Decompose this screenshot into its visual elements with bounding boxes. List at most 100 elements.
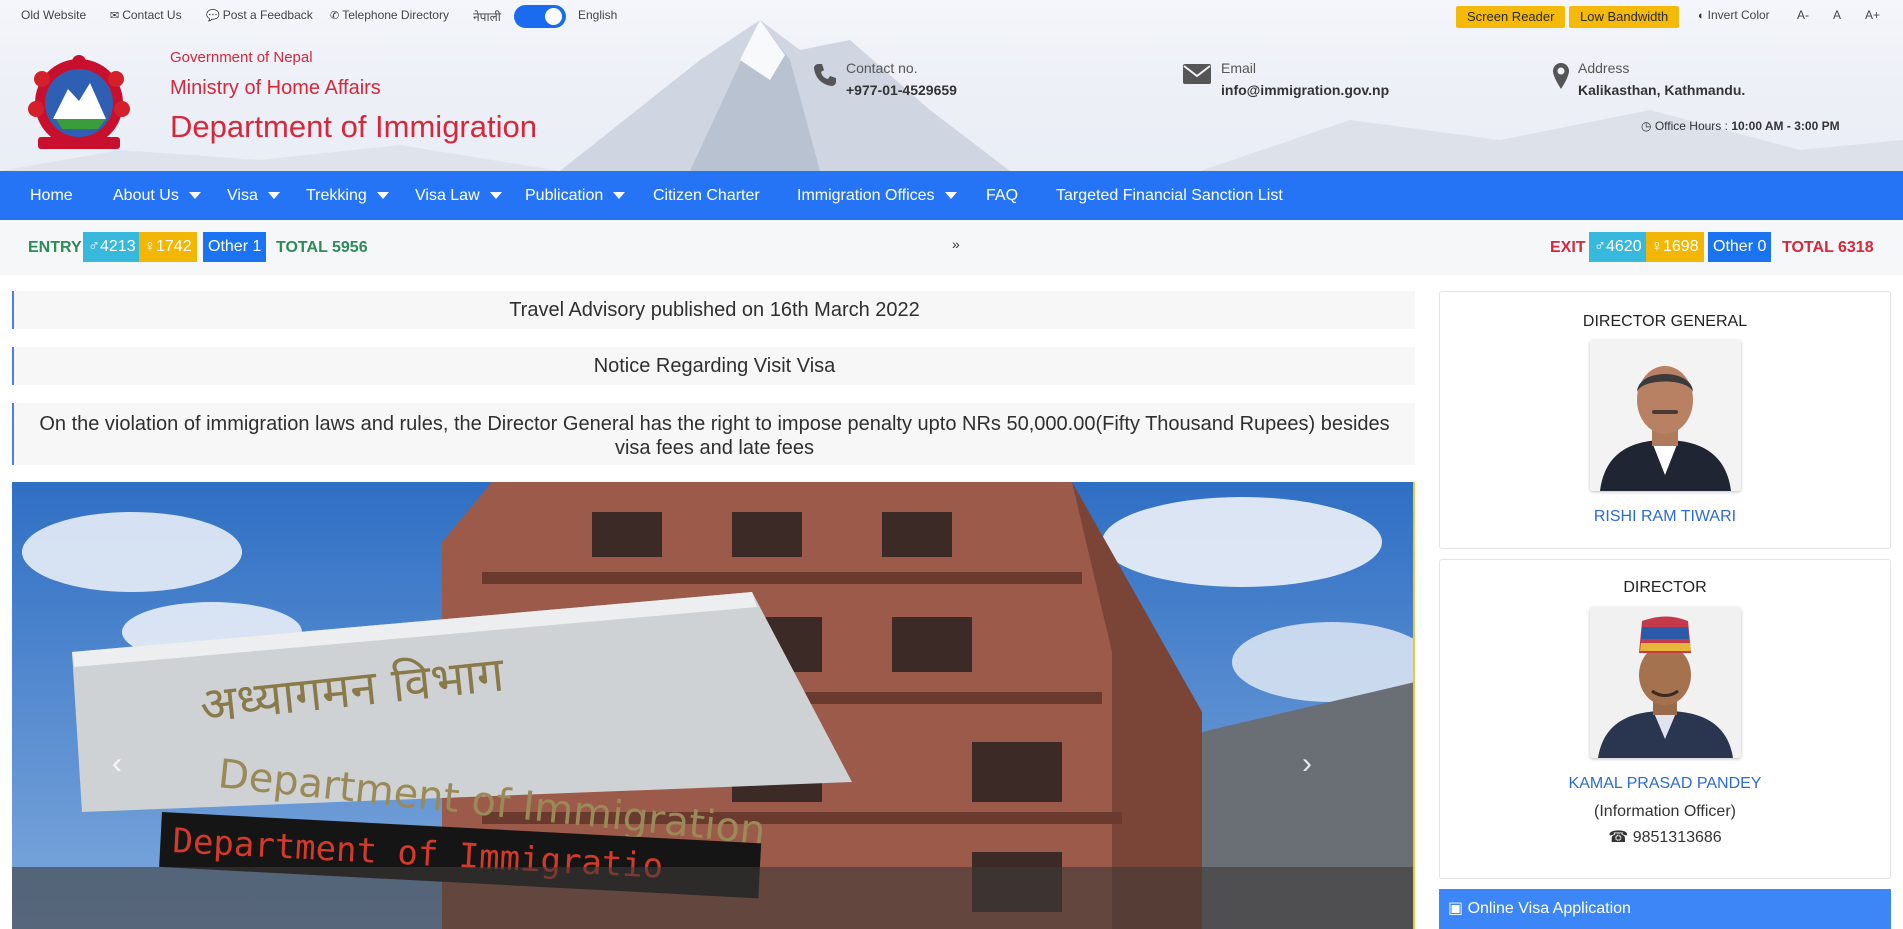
caret-down-icon	[613, 192, 626, 200]
telephone-label: Telephone Directory	[342, 8, 449, 22]
nav-publication-label: Publication	[525, 187, 604, 204]
exit-male-value: 4620	[1606, 238, 1642, 255]
screen-reader-button[interactable]: Screen Reader	[1456, 6, 1566, 28]
phone-square-icon: ☎	[1608, 829, 1629, 846]
caret-down-icon	[489, 192, 502, 200]
envelope-icon: ✉	[110, 10, 120, 22]
main-navigation: Home About Us Visa Trekking Visa Law Pub…	[0, 171, 1903, 220]
feedback-link[interactable]: 💬 Post a Feedback	[206, 8, 313, 22]
ministry-label: Ministry of Home Affairs	[170, 77, 381, 99]
notice-travel-advisory[interactable]: Travel Advisory published on 16th March …	[12, 291, 1415, 329]
director-photo	[1590, 607, 1741, 758]
nav-citizen-charter-label: Citizen Charter	[653, 187, 760, 204]
nav-immigration-offices-label: Immigration Offices	[797, 187, 935, 204]
entry-male-count: ♂4213	[83, 232, 141, 262]
entry-female-count: ♀1742	[139, 232, 197, 262]
contact-us-link[interactable]: ✉ Contact Us	[110, 8, 182, 22]
director-name[interactable]: KAMAL PRASAD PANDEY	[1440, 775, 1890, 793]
nav-about-us[interactable]: About Us	[113, 171, 201, 220]
online-visa-label: Online Visa Application	[1467, 900, 1631, 917]
nav-visa-label: Visa	[227, 187, 258, 204]
contact-email-value[interactable]: info@immigration.gov.np	[1221, 82, 1389, 98]
map-marker-icon	[1553, 63, 1569, 89]
comment-icon: 💬	[206, 10, 220, 22]
director-general-title: DIRECTOR GENERAL	[1582, 313, 1748, 330]
nav-faq[interactable]: FAQ	[986, 171, 1018, 220]
director-phone: ☎ 9851313686	[1440, 827, 1890, 847]
office-hours: ◷ Office Hours : 10:00 AM - 3:00 PM	[1641, 119, 1840, 133]
site-header: Old Website ✉ Contact Us 💬 Post a Feedback…	[0, 0, 1903, 171]
exit-male-count: ♂4620	[1589, 232, 1647, 262]
male-icon: ♂	[88, 238, 100, 255]
director-card: DIRECTOR KAMAL PRASAD PANDEY (Informatio…	[1439, 559, 1891, 879]
nav-faq-label: FAQ	[986, 187, 1019, 204]
envelope-icon	[1183, 64, 1211, 84]
exit-total: TOTAL 6318	[1782, 239, 1874, 256]
nav-home-label: Home	[30, 187, 73, 204]
old-website-link[interactable]: Old Website	[21, 8, 86, 22]
slide-image-immigration-building: अध्यागमन विभाग Department of Immigration…	[12, 482, 1413, 929]
nav-trekking-label: Trekking	[306, 187, 367, 204]
entry-female-value: 1742	[156, 238, 192, 255]
id-card-icon: ▣	[1448, 900, 1464, 917]
phone-icon: ✆	[330, 10, 340, 22]
entry-other-count: Other 1	[203, 232, 267, 262]
nav-immigration-offices[interactable]: Immigration Offices	[797, 171, 957, 220]
clock-icon: ◷	[1641, 119, 1652, 133]
contact-phone-value[interactable]: +977-01-4529659	[846, 82, 957, 98]
low-bandwidth-button[interactable]: Low Bandwidth	[1569, 6, 1680, 28]
nav-visa-law-label: Visa Law	[415, 187, 480, 204]
telephone-directory-link[interactable]: ✆ Telephone Directory	[330, 8, 449, 22]
director-general-photo	[1590, 340, 1741, 491]
nav-sanction-list-label: Targeted Financial Sanction List	[1056, 187, 1283, 204]
image-slider[interactable]: अध्यागमन विभाग Department of Immigration…	[12, 482, 1415, 929]
slider-next-icon[interactable]: ›	[1302, 747, 1312, 781]
lang-nepali-label: नेपाली	[473, 10, 501, 24]
nav-targeted-financial-sanction-list[interactable]: Targeted Financial Sanction List	[1056, 171, 1283, 220]
caret-down-icon	[267, 192, 280, 200]
nav-visa-law[interactable]: Visa Law	[415, 171, 502, 220]
exit-label: EXIT	[1550, 239, 1586, 256]
exit-female-count: ♀1698	[1646, 232, 1704, 262]
utility-bar: Old Website ✉ Contact Us 💬 Post a Feedback…	[0, 0, 1903, 32]
nav-about-us-label: About Us	[113, 187, 179, 204]
font-normal-button[interactable]: A	[1833, 8, 1841, 22]
office-hours-value: 10:00 AM - 3:00 PM	[1731, 119, 1840, 133]
department-title[interactable]: Department of Immigration	[170, 109, 537, 145]
nav-trekking[interactable]: Trekking	[306, 171, 389, 220]
nepal-emblem-logo[interactable]	[18, 49, 140, 152]
contact-us-label: Contact Us	[122, 8, 182, 22]
office-hours-label: Office Hours :	[1654, 119, 1728, 133]
entry-label: ENTRY	[28, 239, 82, 256]
director-role: (Information Officer)	[1594, 803, 1736, 820]
nav-citizen-charter[interactable]: Citizen Charter	[653, 171, 760, 220]
invert-color-label: Invert Color	[1707, 8, 1770, 22]
toggle-knob	[545, 8, 562, 25]
contrast-icon: ◐	[1698, 10, 1705, 22]
language-toggle[interactable]	[514, 5, 566, 28]
notice-visit-visa[interactable]: Notice Regarding Visit Visa	[12, 347, 1415, 385]
contact-phone-label: Contact no.	[846, 60, 918, 76]
entry-male-value: 4213	[100, 238, 136, 255]
notice-penalty[interactable]: On the violation of immigration laws and…	[12, 403, 1415, 465]
slider-prev-icon[interactable]: ‹	[112, 747, 122, 781]
contact-address-value: Kalikasthan, Kathmandu.	[1578, 82, 1746, 98]
online-visa-application-button[interactable]: ▣ Online Visa Application	[1439, 889, 1891, 929]
female-icon: ♀	[1651, 238, 1663, 255]
invert-color-button[interactable]: ◐ Invert Color	[1698, 8, 1770, 22]
male-icon: ♂	[1594, 238, 1606, 255]
contact-address-label: Address	[1578, 60, 1630, 76]
lang-english-label: English	[578, 8, 618, 22]
font-decrease-button[interactable]: A-	[1797, 8, 1809, 22]
director-general-name[interactable]: RISHI RAM TIWARI	[1440, 508, 1890, 526]
double-chevron-down-icon[interactable]: »	[952, 236, 960, 252]
contact-email-label: Email	[1221, 60, 1257, 76]
exit-female-value: 1698	[1663, 238, 1699, 255]
nav-visa[interactable]: Visa	[227, 171, 280, 220]
nav-publication[interactable]: Publication	[525, 171, 626, 220]
nav-home[interactable]: Home	[30, 171, 73, 220]
font-increase-button[interactable]: A+	[1865, 8, 1880, 22]
caret-down-icon	[188, 192, 201, 200]
director-phone-number: 9851313686	[1632, 829, 1722, 846]
director-title: DIRECTOR	[1623, 579, 1707, 596]
